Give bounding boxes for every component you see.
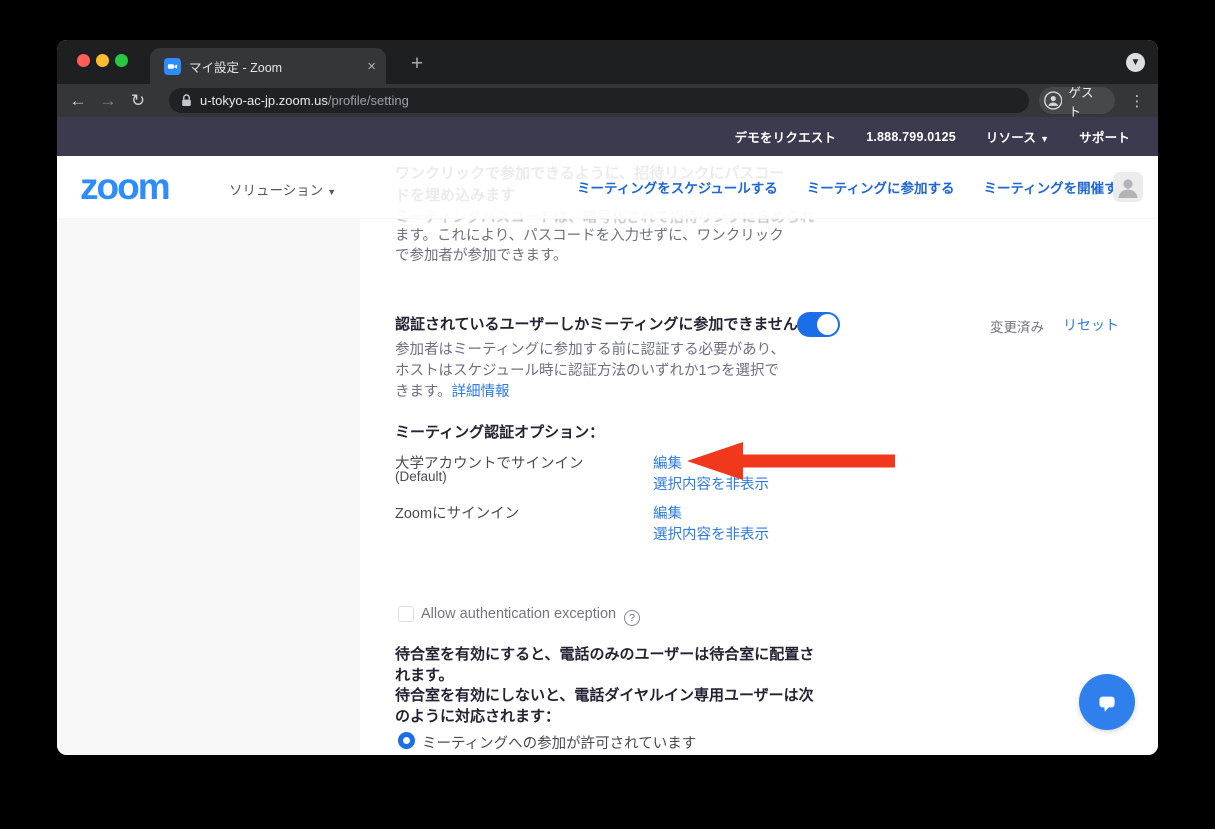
camera-icon	[167, 61, 178, 72]
reload-icon[interactable]: ↻	[123, 91, 153, 111]
url-domain: u-tokyo-ac-jp.zoom.us	[200, 93, 328, 108]
radio-allow-join[interactable]	[398, 732, 415, 749]
learn-more-link[interactable]: 詳細情報	[452, 384, 510, 400]
edit-link[interactable]: 編集	[653, 502, 682, 523]
waiting-room-text: 待合室を有効にすると、電話のみのユーザーは待合室に配置されます。	[395, 644, 814, 686]
tab-title: マイ設定 - Zoom	[189, 57, 361, 76]
waiting-room-text: 待合室を有効にしないと、電話ダイヤルイン専用ユーザーは次のように対応されます：	[395, 685, 814, 727]
profile-avatar[interactable]	[1113, 172, 1143, 202]
header-links: ミーティングをスケジュールする ミーティングに参加する ミーティングを開催する▼	[577, 156, 1143, 218]
url-path: /profile/setting	[328, 93, 409, 108]
guest-label: ゲスト	[1068, 82, 1105, 120]
new-tab-button[interactable]: +	[402, 49, 432, 79]
auth-setting-desc: きます。詳細情報	[395, 382, 510, 403]
fullscreen-window-button[interactable]	[115, 54, 128, 67]
person-icon	[1044, 91, 1062, 110]
auth-options-heading: ミーティング認証オプション：	[395, 421, 604, 442]
lock-icon	[181, 94, 192, 107]
prev-setting-text: で参加者が参加できます。	[395, 246, 568, 267]
changed-badge: 変更済み	[990, 316, 1044, 336]
help-icon[interactable]: ?	[624, 610, 640, 626]
reset-link[interactable]: リセット	[1063, 315, 1119, 335]
auth-setting-desc: ホストはスケジュール時に認証方法のいずれか1つを選択で	[395, 361, 779, 382]
zoom-logo[interactable]: zoom	[80, 165, 169, 209]
tab-close-icon[interactable]: ×	[367, 58, 376, 75]
url-text: u-tokyo-ac-jp.zoom.us/profile/setting	[200, 93, 409, 108]
phone-number[interactable]: 1.888.799.0125	[866, 130, 956, 144]
settings-sidebar	[57, 218, 360, 755]
prev-setting-text: ます。これにより、パスコードを入力せずに、ワンクリック	[395, 226, 784, 247]
site-header: zoom ソリューション▼ ミーティングをスケジュールする ミーティングに参加す…	[57, 156, 1158, 219]
red-arrow-annotation	[685, 440, 897, 482]
back-icon[interactable]: ←	[63, 91, 93, 111]
close-window-button[interactable]	[77, 54, 90, 67]
auth-exception-checkbox[interactable]	[398, 606, 414, 622]
auth-exception-label: Allow authentication exception?	[421, 606, 640, 626]
support-link[interactable]: サポート	[1079, 127, 1130, 146]
forward-icon[interactable]: →	[93, 91, 123, 111]
page-content: ワンクリックで参加できるように、招待リンクにパスコー ドを埋め込みます ミーティ…	[57, 156, 1158, 755]
schedule-meeting-link[interactable]: ミーティングをスケジュールする	[577, 177, 778, 197]
person-icon	[1113, 172, 1143, 202]
join-meeting-link[interactable]: ミーティングに参加する	[807, 177, 955, 197]
browser-toolbar: ← → ↻ u-tokyo-ac-jp.zoom.us/profile/sett…	[57, 84, 1158, 117]
browser-menu-icon[interactable]: ⋮	[1125, 84, 1149, 117]
guest-profile-button[interactable]: ゲスト	[1039, 87, 1115, 114]
speech-bubble-icon	[1094, 689, 1120, 715]
resources-menu[interactable]: リソース▼	[986, 127, 1049, 146]
auth-setting-toggle[interactable]	[797, 312, 840, 337]
address-bar[interactable]: u-tokyo-ac-jp.zoom.us/profile/setting	[169, 88, 1029, 113]
chevron-down-icon: ▼	[327, 187, 336, 197]
chat-help-button[interactable]	[1079, 674, 1135, 730]
desktop-background: マイ設定 - Zoom × + ▼ ← → ↻ u-tokyo-ac-jp.zo…	[0, 0, 1215, 829]
toggle-knob	[817, 314, 838, 335]
tab-strip: マイ設定 - Zoom × + ▼	[57, 40, 1158, 84]
auth-setting-desc: 参加者はミーティングに参加する前に認証する必要があり、	[395, 340, 785, 361]
solutions-menu[interactable]: ソリューション▼	[229, 179, 336, 199]
zoom-favicon-icon	[164, 58, 181, 75]
radio-allow-join-label: ミーティングへの参加が許可されています	[422, 732, 696, 753]
edit-link[interactable]: 編集	[653, 452, 682, 473]
request-demo-link[interactable]: デモをリクエスト	[735, 127, 837, 146]
auth-setting-title: 認証されているユーザーしかミーティングに参加できません	[395, 313, 798, 334]
chevron-down-icon: ▼	[1040, 134, 1049, 144]
tab-search-button[interactable]: ▼	[1126, 53, 1145, 72]
minimize-window-button[interactable]	[96, 54, 109, 67]
hide-selection-link[interactable]: 選択内容を非表示	[653, 523, 769, 544]
auth-option-name: Zoomにサインイン	[395, 502, 519, 523]
site-top-nav: デモをリクエスト 1.888.799.0125 リソース▼ サポート	[57, 117, 1158, 156]
auth-option-default: (Default)	[395, 469, 447, 484]
browser-window: マイ設定 - Zoom × + ▼ ← → ↻ u-tokyo-ac-jp.zo…	[57, 40, 1158, 755]
browser-tab[interactable]: マイ設定 - Zoom ×	[150, 48, 386, 84]
